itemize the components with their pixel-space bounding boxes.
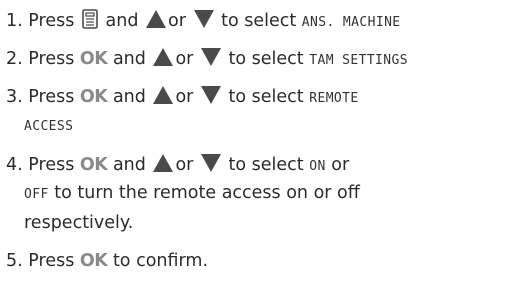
step-text: to turn the remote access on or off	[54, 183, 360, 203]
step-text: and	[112, 87, 146, 107]
step-number: 4.	[6, 155, 23, 175]
down-arrow-icon	[200, 154, 221, 172]
step-text: or	[331, 155, 350, 175]
lcd-menu-text: OFF	[24, 187, 49, 202]
step-text: to confirm.	[112, 251, 209, 271]
step-3: 3. Press OK and or to select REMOTE	[6, 84, 359, 110]
step-number: 5.	[6, 251, 23, 271]
ok-key: OK	[79, 49, 108, 69]
up-arrow-icon	[153, 86, 174, 104]
step-text: Press	[28, 49, 75, 69]
step-text: Press	[28, 87, 75, 107]
step-4: 4. Press OK and or to select ON or	[6, 152, 349, 178]
ok-key: OK	[79, 155, 108, 175]
step-text: Press	[28, 251, 75, 271]
step-text: and	[105, 11, 139, 31]
step-number: 2.	[6, 49, 23, 69]
ok-key: OK	[79, 87, 108, 107]
ok-key: OK	[79, 251, 108, 271]
up-arrow-icon	[153, 48, 174, 66]
step-text: or	[175, 155, 194, 175]
up-arrow-icon	[144, 8, 169, 30]
step-text: Press	[28, 155, 75, 175]
up-arrow-icon	[153, 154, 174, 172]
menu-icon	[82, 9, 98, 29]
lcd-menu-text: TAM SETTINGS	[309, 53, 408, 68]
step-4-continuation: OFF to turn the remote access on or off	[24, 182, 360, 206]
lcd-menu-text: ANS. MACHINE	[301, 15, 401, 30]
step-text: respectively.	[24, 213, 134, 233]
lcd-menu-text: ON	[309, 159, 326, 174]
step-4-continuation: respectively.	[24, 212, 133, 234]
step-text: or	[175, 87, 194, 107]
step-5: 5. Press OK to confirm.	[6, 250, 208, 272]
step-text: to select	[228, 155, 304, 175]
step-number: 3.	[6, 87, 23, 107]
step-text: to select	[228, 49, 304, 69]
step-number: 1.	[6, 11, 23, 31]
step-3-continuation: ACCESS	[24, 114, 73, 138]
step-text: or	[168, 11, 186, 31]
step-text: and	[112, 155, 146, 175]
down-arrow-icon	[200, 86, 221, 104]
lcd-menu-text: REMOTE	[309, 91, 359, 106]
step-text: and	[112, 49, 146, 69]
down-arrow-icon	[200, 48, 221, 66]
down-arrow-icon	[193, 10, 214, 28]
lcd-menu-text: ACCESS	[24, 119, 74, 134]
step-1: 1. Press and or to select ANS. MACHINE	[6, 8, 401, 34]
step-text: or	[175, 49, 194, 69]
step-2: 2. Press OK and or to select TAM SETTING…	[6, 46, 408, 72]
step-text: Press	[28, 11, 75, 31]
instruction-steps: 1. Press and or to select ANS. MACHINE 2…	[0, 0, 510, 300]
step-text: to select	[221, 11, 297, 31]
step-text: to select	[228, 87, 304, 107]
